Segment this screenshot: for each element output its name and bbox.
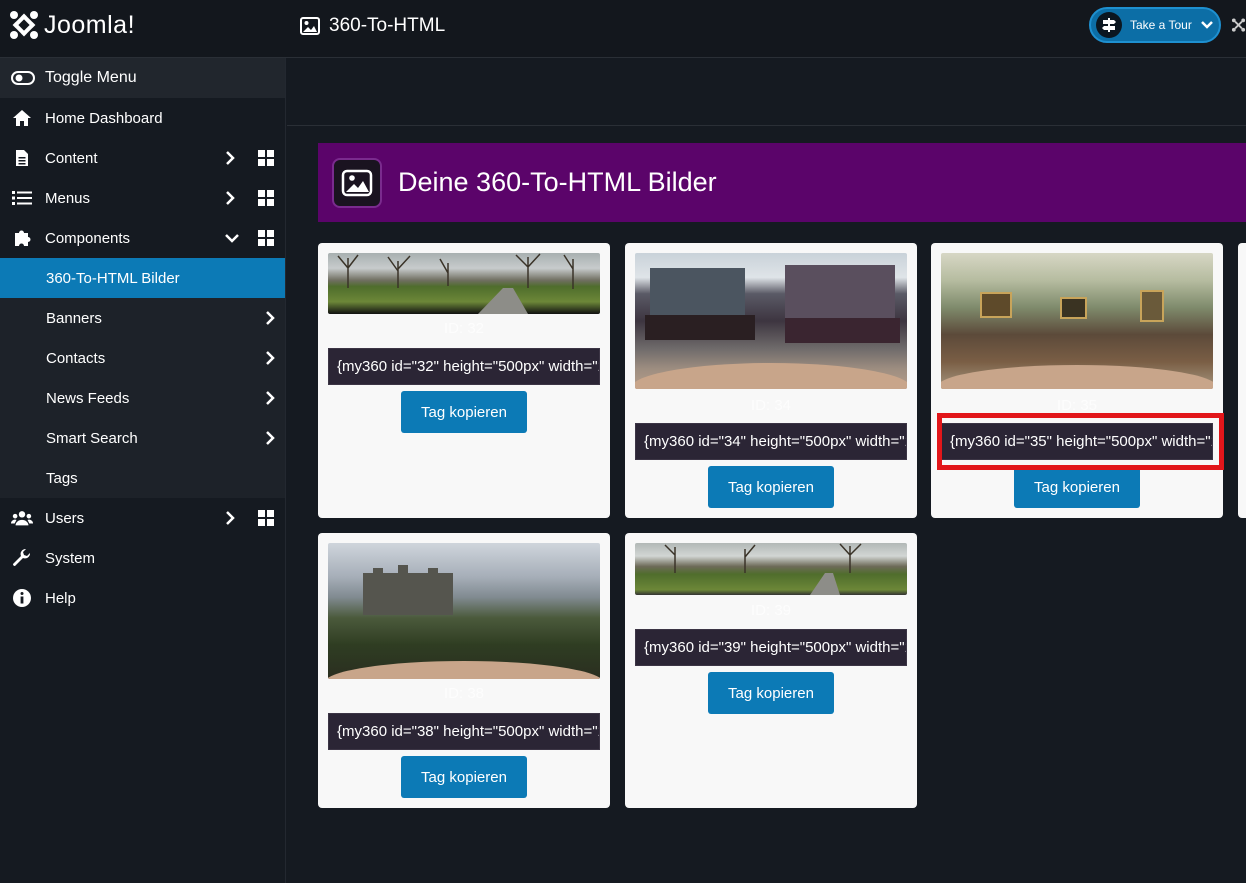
panorama-thumbnail[interactable] xyxy=(941,253,1213,389)
copy-tag-button[interactable]: Tag kopieren xyxy=(708,672,834,714)
sidebar-item-label: Content xyxy=(45,149,98,167)
image-id-label: ID: 38 xyxy=(443,685,485,702)
banner-heading: Deine 360-To-HTML Bilder xyxy=(398,167,717,197)
room-scene-icon xyxy=(941,290,1213,389)
toggle-menu-label: Toggle Menu xyxy=(45,69,137,86)
castle-scene-icon xyxy=(328,565,600,679)
toolbar xyxy=(287,58,1246,126)
puzzle-icon xyxy=(11,228,33,248)
sidebar-item-home-dashboard[interactable]: Home Dashboard xyxy=(0,98,285,138)
sidebar-item-label: Banners xyxy=(46,309,102,327)
sidebar-item-contacts[interactable]: Contacts xyxy=(0,338,285,378)
copy-tag-button[interactable]: Tag kopieren xyxy=(401,391,527,433)
copy-tag-button[interactable]: Tag kopieren xyxy=(1014,466,1140,508)
sidebar-item-system[interactable]: System xyxy=(0,538,285,578)
sidebar-item-banners[interactable]: Banners xyxy=(0,298,285,338)
panorama-thumbnail[interactable] xyxy=(328,253,600,314)
sidebar-item-menus[interactable]: Menus xyxy=(0,178,285,218)
chevron-right-icon[interactable] xyxy=(223,190,237,206)
chevron-right-icon[interactable] xyxy=(263,310,277,326)
chevron-right-icon[interactable] xyxy=(263,350,277,366)
joomla-logo-icon xyxy=(10,11,38,39)
shortcode-field[interactable]: {my360 id="34" height="500px" width="100… xyxy=(635,423,907,460)
image-id-label: ID: 35 xyxy=(1056,397,1098,414)
image-card: ID: 32 {my360 id="32" height="500px" wid… xyxy=(318,243,610,518)
shortcode-field[interactable]: {my360 id="38" height="500px" width="100… xyxy=(328,713,600,750)
trees-icon xyxy=(337,253,574,314)
image-id-label: ID: 39 xyxy=(750,602,792,619)
joomla-wordmark: Joomla! xyxy=(44,10,136,39)
chevron-down-icon[interactable] xyxy=(223,230,239,246)
sidebar-item-label: Contacts xyxy=(46,349,106,367)
signpost-icon xyxy=(1096,12,1122,38)
dashboard-grid-icon[interactable] xyxy=(258,190,274,206)
image-card-partial xyxy=(1238,243,1246,518)
shortcode-field[interactable]: {my360 id="39" height="500px" width="100… xyxy=(635,629,907,666)
sidebar-item-label: Home Dashboard xyxy=(45,109,163,127)
toggle-icon xyxy=(11,71,35,85)
sidebar: Toggle Menu Home Dashboard Content Menus… xyxy=(0,58,286,883)
sidebar-item-label: 360-To-HTML Bilder xyxy=(46,269,180,287)
copy-tag-button[interactable]: Tag kopieren xyxy=(401,756,527,798)
take-a-tour-label: Take a Tour xyxy=(1130,18,1192,32)
sidebar-item-components[interactable]: Components xyxy=(0,218,285,258)
chevron-down-icon xyxy=(1200,21,1213,29)
chevron-right-icon[interactable] xyxy=(223,510,237,526)
chevron-right-icon[interactable] xyxy=(223,150,237,166)
sidebar-item-smart-search[interactable]: Smart Search xyxy=(0,418,285,458)
sidebar-item-label: Users xyxy=(45,509,85,527)
sidebar-item-label: Tags xyxy=(46,469,78,487)
image-card: ID: 34 {my360 id="34" height="500px" wid… xyxy=(625,243,917,518)
panorama-thumbnail[interactable] xyxy=(328,543,600,679)
page-title-text: 360-To-HTML xyxy=(329,15,446,36)
panorama-thumbnail[interactable] xyxy=(635,253,907,389)
panorama-thumbnail[interactable] xyxy=(635,543,907,595)
chevron-right-icon[interactable] xyxy=(263,430,277,446)
sidebar-item-label: News Feeds xyxy=(46,389,130,407)
image-card: ID: 38 {my360 id="38" height="500px" wid… xyxy=(318,533,610,808)
dashboard-grid-icon[interactable] xyxy=(258,510,274,526)
top-header: Joomla! 360-To-HTML Take a Tour xyxy=(0,0,1246,58)
list-icon xyxy=(11,188,33,208)
street-scene-icon xyxy=(635,265,907,389)
users-icon xyxy=(11,508,33,528)
home-icon xyxy=(11,108,33,128)
sidebar-item-label: Smart Search xyxy=(46,429,138,447)
toggle-menu-button[interactable]: Toggle Menu xyxy=(0,58,285,98)
joomla-logo[interactable]: Joomla! xyxy=(8,8,135,42)
page-banner: Deine 360-To-HTML Bilder xyxy=(318,143,1246,222)
sidebar-item-tags[interactable]: Tags xyxy=(0,458,285,498)
dashboard-grid-icon[interactable] xyxy=(258,150,274,166)
image-id-label: ID: 32 xyxy=(443,320,485,337)
image-icon xyxy=(300,17,320,35)
sidebar-item-label: Menus xyxy=(45,189,91,207)
gallery-icon xyxy=(332,157,382,208)
take-a-tour-button[interactable]: Take a Tour xyxy=(1089,7,1221,43)
info-icon xyxy=(11,588,33,608)
image-card: ID: 39 {my360 id="39" height="500px" wid… xyxy=(625,533,917,808)
sidebar-item-help[interactable]: Help xyxy=(0,578,285,618)
file-icon xyxy=(11,148,33,168)
page-title: 360-To-HTML xyxy=(300,12,445,40)
dashboard-grid-icon[interactable] xyxy=(258,230,274,246)
sidebar-item-news-feeds[interactable]: News Feeds xyxy=(0,378,285,418)
sidebar-item-content[interactable]: Content xyxy=(0,138,285,178)
sidebar-item-label: Help xyxy=(45,589,76,607)
copy-tag-button[interactable]: Tag kopieren xyxy=(708,466,834,508)
image-card: ID: 35 {my360 id="35" height="500px" wid… xyxy=(931,243,1223,518)
image-id-label: ID: 34 xyxy=(750,397,792,414)
wrench-icon xyxy=(11,548,33,568)
joomla-small-icon[interactable] xyxy=(1231,17,1246,33)
components-submenu: 360-To-HTML Bilder Banners Contacts News… xyxy=(0,258,285,498)
sidebar-item-users[interactable]: Users xyxy=(0,498,285,538)
chevron-right-icon[interactable] xyxy=(263,390,277,406)
shortcode-field[interactable]: {my360 id="32" height="500px" width="100… xyxy=(328,348,600,385)
sidebar-item-label: System xyxy=(45,549,96,567)
trees-icon xyxy=(664,543,862,595)
highlight-box xyxy=(937,413,1224,470)
sidebar-item-360-to-html-bilder[interactable]: 360-To-HTML Bilder xyxy=(0,258,285,298)
sidebar-item-label: Components xyxy=(45,229,131,247)
